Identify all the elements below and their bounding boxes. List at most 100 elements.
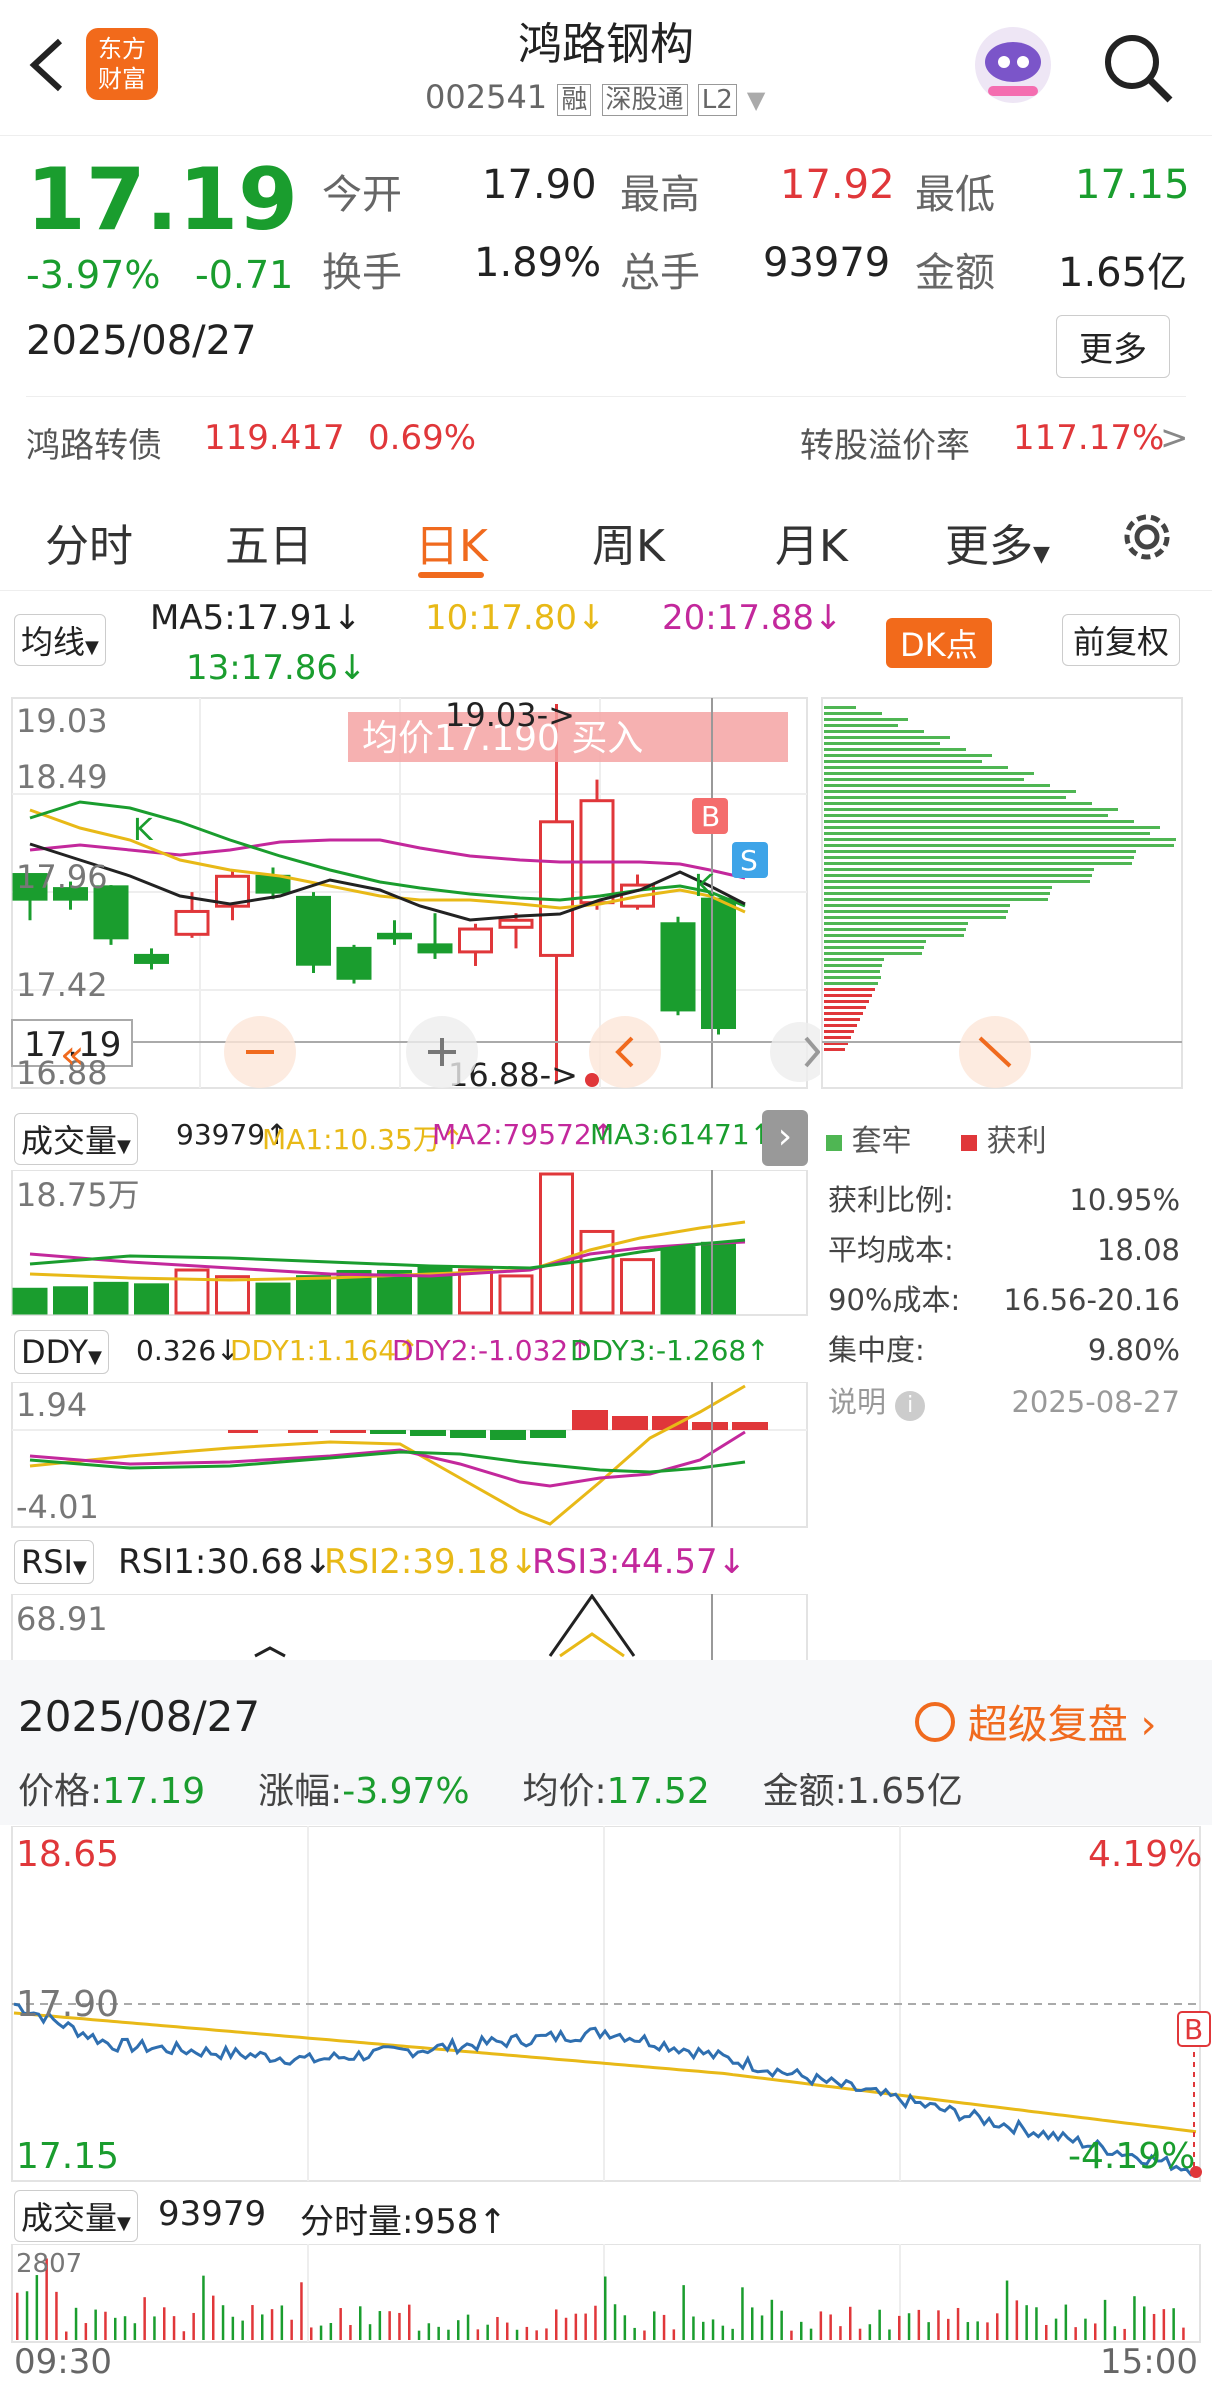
tab-zhouk[interactable]: 周K [592,510,665,574]
settings-gear-icon[interactable] [1118,508,1176,566]
amount-label: 金额 [915,250,995,296]
chip-bar [824,1036,851,1039]
volume-bar [498,1274,534,1315]
last-price: 17.19 [26,150,299,250]
intraday-volume-bar [829,2314,832,2340]
kline-chart[interactable]: 均价17.190 买入 19.03-> 16.88-> 17.19 19.03 … [0,690,820,1100]
intraday-volume-bar [319,2325,323,2340]
chip-bar [824,712,882,715]
search-icon[interactable] [1098,28,1178,108]
intraday-volume-bar [65,2331,68,2340]
tab-more[interactable]: 更多▼ [945,510,1050,574]
super-replay-button[interactable]: 超级复盘 › [915,1692,1156,1750]
note-label[interactable]: 说明 [828,1385,886,1419]
ddy-selector[interactable]: DDY▼ [14,1330,109,1374]
ma-selector[interactable]: 均线▼ [14,614,106,666]
chip-bar [824,850,1136,853]
intraday-volume-bar [1084,2318,1087,2340]
intraday-volume-bar [212,2295,215,2340]
intraday-volume-bar [692,2316,695,2340]
chip-bar [824,724,898,727]
intraday-volume-bar [172,2316,176,2340]
rsi-selector[interactable]: RSI▼ [14,1540,94,1584]
intraday-volume-bar [525,2326,529,2340]
volume-bar [620,1258,655,1315]
tab-yuek[interactable]: 月K [775,510,848,574]
candle [539,820,574,957]
chip-bar [824,760,982,763]
volume-selector[interactable]: 成交量▼ [14,1113,138,1165]
bond-name[interactable]: 鸿路转债 [26,418,162,467]
intraday-volume-bar [270,2309,274,2340]
prev-icon[interactable] [589,1016,661,1088]
expand-panel-button[interactable]: › [762,1110,808,1166]
intraday-bottom-price: 17.15 [16,2136,119,2177]
chip-bar [824,976,881,979]
intraday-volume-bar [535,2330,538,2340]
intraday-volume-bar [123,2316,127,2340]
intraday-volume-selector[interactable]: 成交量▼ [14,2190,138,2242]
volume-bar [660,1246,696,1315]
tab-rik[interactable]: 日K [415,510,488,574]
change-abs: -0.71 [195,253,294,297]
intraday-volume-bar [261,2314,264,2340]
chip-bar [824,898,1048,901]
intraday-summary: 价格:17.19 涨幅:-3.97% 均价:17.52 金额:1.65亿 [18,1762,963,1814]
caret-down-icon: ▼ [117,1136,131,1157]
volume-bar [579,1229,615,1315]
intraday-volume-chart: 2807 [11,2244,1201,2343]
intraday-volume-bar [241,2320,244,2340]
rsi3-value: RSI3:44.57↓ [532,1542,747,1582]
intraday-volume-bar [427,2323,431,2340]
caret-down-icon: ▼ [85,637,99,658]
chevron-down-icon[interactable]: ▼ [747,86,765,114]
chip-bar [824,748,966,751]
premium-arrow[interactable]: > [1160,418,1189,458]
intraday-volume-bar [584,2313,587,2340]
intraday-volume-bar [368,2324,372,2340]
intraday-volume-bar [986,2322,989,2340]
robot-avatar-icon[interactable] [968,20,1058,110]
chart-tabs: 分时 五日 日K 周K 月K 更多▼ [0,480,1212,591]
tab-wuri[interactable]: 五日 [225,510,313,574]
ddy-chart: 1.94 -4.01 [11,1382,808,1528]
intraday-volume-bar [506,2322,509,2340]
rsi-axis-top: 68.91 [16,1600,108,1638]
candle [458,927,493,954]
sell-mark-label: S [740,844,758,877]
intraday-volume-bar [515,2329,519,2340]
rewind-icon[interactable]: « [60,1032,84,1078]
intraday-volume-bar [555,2309,558,2340]
candle [701,897,736,1029]
intraday-volume-bar [996,2313,999,2340]
adjust-button[interactable]: 前复权 [1062,614,1181,666]
more-quote-button[interactable]: 更多 [1056,315,1170,378]
intraday-chart[interactable]: B 18.65 4.19% 17.90 17.15 -4.19% [0,1826,1212,2186]
price-value: 17.19 [102,1771,206,1812]
intraday-volume-bar [976,2321,979,2340]
candle [336,946,372,980]
chip-bar [824,790,1076,793]
chip-bar [824,886,1052,889]
intraday-volume-bar [545,2328,548,2340]
tab-fenshi[interactable]: 分时 [45,510,133,574]
chip-bar [824,922,968,925]
low-label: 最低 [915,172,995,218]
chip-distribution [821,697,1183,1089]
next-icon[interactable] [770,1022,820,1082]
intraday-volume-bar [153,2316,156,2340]
dk-point-button[interactable]: DK点 [886,618,992,668]
ddy3-value: DDY3:-1.268↑ [570,1334,770,1367]
chip-bar [824,994,872,997]
caret-down-icon: ▼ [72,1557,87,1578]
tab-more-label: 更多 [945,521,1033,572]
intraday-volume-bar [1152,2313,1156,2340]
ma-selector-label: 均线 [21,623,86,661]
chip-bar [824,892,1050,895]
caret-down-icon: ▼ [1033,542,1050,567]
intraday-volume-bar [437,2326,440,2340]
intraday-volume-bar [653,2311,656,2340]
chip-bar [824,1024,857,1027]
info-icon[interactable]: i [895,1391,926,1421]
intraday-volume-bar [310,2327,313,2340]
